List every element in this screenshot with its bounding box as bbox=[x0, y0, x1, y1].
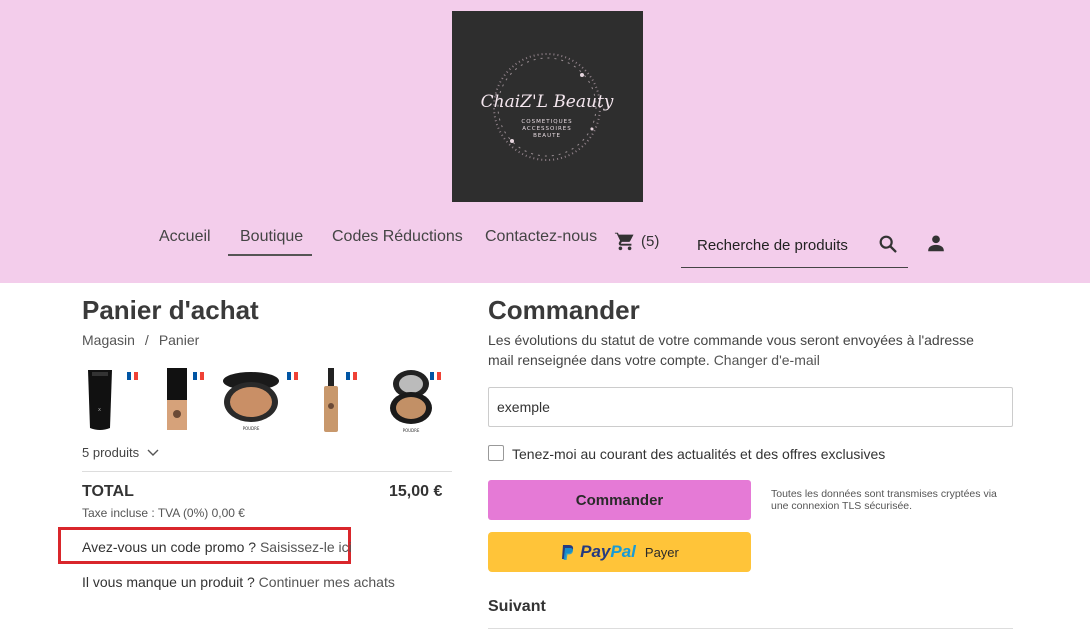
svg-text:x: x bbox=[98, 407, 101, 413]
flag-france-icon bbox=[287, 372, 299, 380]
promo-code-line: Avez-vous un code promo ? Saisissez-le i… bbox=[82, 539, 352, 555]
foundation-tube-image: x bbox=[88, 370, 112, 430]
total-label: TOTAL bbox=[82, 483, 134, 500]
search-bar bbox=[681, 228, 908, 268]
logo-tagline-2: ACCESSOIRES bbox=[522, 126, 572, 132]
nav-item-codes-reductions[interactable]: Codes Réductions bbox=[332, 228, 463, 246]
cart-icon bbox=[614, 231, 634, 251]
promo-question: Avez-vous un code promo ? bbox=[82, 539, 257, 555]
foundation-bottle-image bbox=[167, 368, 187, 430]
breadcrumb-separator: / bbox=[144, 332, 149, 348]
search-icon[interactable] bbox=[877, 233, 899, 255]
checkout-title: Commander bbox=[488, 295, 640, 325]
paypal-wordmark-pal: Pal bbox=[610, 542, 636, 561]
product-thumbnail-2[interactable] bbox=[155, 366, 225, 436]
logo-brand: ChaiZ'L Beauty bbox=[481, 92, 614, 112]
breadcrumb-magasin[interactable]: Magasin bbox=[82, 332, 135, 348]
newsletter-label[interactable]: Tenez-moi au courant des actualités et d… bbox=[512, 446, 885, 462]
svg-text:POUDRE: POUDRE bbox=[243, 426, 260, 431]
site-header: ChaiZ'L Beauty COSMETIQUES ACCESSOIRES B… bbox=[0, 0, 1090, 283]
cart-divider bbox=[82, 471, 452, 472]
promo-code-link[interactable]: Saisissez-le ici bbox=[260, 539, 352, 555]
email-field[interactable] bbox=[488, 387, 1013, 427]
svg-text:POUDRE: POUDRE bbox=[403, 428, 420, 433]
breadcrumb-panier: Panier bbox=[158, 332, 200, 348]
checkout-description: Les évolutions du statut de votre comman… bbox=[488, 330, 998, 370]
user-icon[interactable] bbox=[925, 232, 947, 254]
paypal-button[interactable]: PayPal Payer bbox=[488, 532, 751, 572]
search-input[interactable] bbox=[697, 234, 872, 256]
product-thumbnail-4[interactable] bbox=[318, 366, 388, 436]
paypal-wordmark-pay: Pay bbox=[580, 542, 611, 561]
products-count-label: 5 produits bbox=[82, 445, 140, 460]
logo-graphic: ChaiZ'L Beauty COSMETIQUES ACCESSOIRES B… bbox=[481, 53, 614, 161]
next-step-label: Suivant bbox=[488, 598, 546, 615]
change-email-link[interactable]: Changer d'e-mail bbox=[714, 352, 820, 368]
product-thumbnail-1[interactable]: x bbox=[82, 366, 152, 436]
next-step-divider bbox=[488, 628, 1013, 629]
chevron-down-icon bbox=[147, 449, 159, 456]
compact-powder-image: POUDRE bbox=[223, 372, 279, 431]
cart-count: (5) bbox=[641, 232, 660, 250]
missing-product-question: Il vous manque un produit ? bbox=[82, 574, 255, 590]
nav-item-accueil[interactable]: Accueil bbox=[159, 228, 211, 246]
cart-title: Panier d'achat bbox=[82, 295, 259, 325]
cart-button[interactable]: (5) bbox=[613, 230, 659, 252]
brand-logo[interactable]: ChaiZ'L Beauty COSMETIQUES ACCESSOIRES B… bbox=[452, 11, 643, 202]
paypal-payer-label: Payer bbox=[644, 544, 679, 560]
tax-info: Taxe incluse : TVA (0%) 0,00 € bbox=[82, 506, 245, 520]
flag-france-icon bbox=[430, 372, 442, 380]
logo-tagline-1: COSMETIQUES bbox=[521, 119, 572, 125]
flag-france-icon bbox=[193, 372, 205, 380]
flag-france-icon bbox=[346, 372, 358, 380]
order-button[interactable]: Commander bbox=[488, 480, 751, 520]
secure-transfer-note: Toutes les données sont transmises crypt… bbox=[771, 488, 997, 512]
continue-shopping-line: Il vous manque un produit ? Continuer me… bbox=[82, 574, 395, 590]
logo-tagline-3: BEAUTE bbox=[533, 133, 561, 139]
paypal-logo-icon bbox=[562, 544, 574, 560]
products-count-toggle[interactable]: 5 produits bbox=[82, 445, 159, 460]
newsletter-checkbox[interactable] bbox=[488, 445, 504, 461]
product-thumbnail-5[interactable]: POUDRE bbox=[383, 366, 453, 436]
nav-item-boutique[interactable]: Boutique bbox=[240, 228, 303, 246]
compact-powder-open-image: POUDRE bbox=[390, 370, 432, 433]
breadcrumb: Magasin / Panier bbox=[82, 332, 199, 348]
nav-active-indicator bbox=[228, 254, 312, 256]
product-thumbnail-3[interactable]: POUDRE bbox=[220, 366, 299, 436]
continue-shopping-link[interactable]: Continuer mes achats bbox=[259, 574, 395, 590]
nav-item-contactez-nous[interactable]: Contactez-nous bbox=[485, 228, 597, 246]
total-value: 15,00 € bbox=[389, 483, 443, 500]
flag-france-icon bbox=[127, 372, 139, 380]
